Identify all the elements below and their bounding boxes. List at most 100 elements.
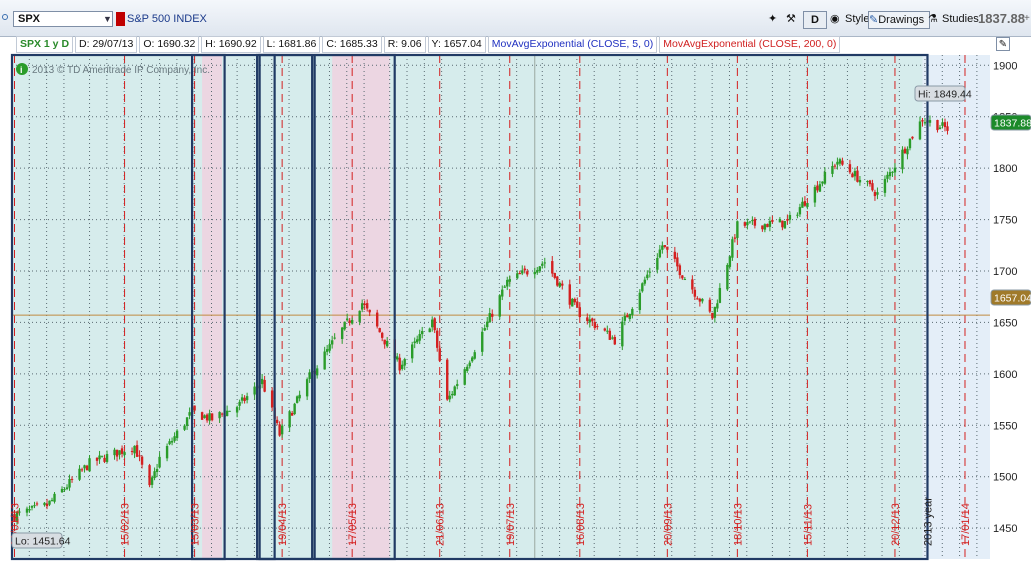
candle-body (506, 279, 509, 287)
candle-body (30, 505, 34, 508)
candle-body (85, 465, 89, 471)
candle-body (60, 488, 64, 493)
candle-body (678, 265, 682, 276)
candle-body (888, 172, 892, 177)
date-label: 19/04/13 (277, 503, 289, 546)
candle-body (766, 224, 769, 228)
candle-body (713, 306, 717, 318)
y-tick-label: 1600 (993, 369, 1017, 381)
y-tick-label: 1800 (993, 163, 1017, 175)
candle-body (363, 303, 366, 306)
candle-body (53, 493, 56, 502)
candle-body (240, 397, 244, 401)
candle-body (28, 509, 31, 511)
candle-body (70, 478, 74, 480)
candle-body (498, 295, 501, 317)
candle-body (413, 341, 416, 344)
candle-body (130, 451, 134, 453)
date-label: 17/01/14 (960, 503, 972, 546)
candle-body (466, 366, 469, 372)
candle-body (578, 307, 581, 317)
date-label: 21/06/13 (435, 503, 447, 546)
candle-body (523, 268, 526, 271)
candle-body (763, 224, 767, 230)
candle-body (175, 430, 179, 439)
candle-body (893, 167, 897, 173)
candle-body (80, 469, 84, 471)
candle-body (133, 445, 136, 454)
candle-body (118, 450, 121, 455)
candle-body (648, 271, 652, 273)
candle-body (833, 165, 837, 167)
candle-body (288, 411, 291, 428)
candle-body (218, 412, 221, 419)
candle-body (383, 339, 386, 345)
candle-body (113, 449, 116, 456)
candle-body (245, 396, 249, 401)
candle-body (280, 425, 284, 435)
date-label: 15/11/13 (802, 504, 814, 546)
candle-body (628, 313, 632, 320)
candle-body (225, 410, 229, 417)
candle-body (591, 318, 594, 322)
candle-body (468, 362, 471, 367)
date-label: 20/12/13 (890, 503, 902, 546)
candle-body (556, 276, 559, 286)
candle-body (673, 251, 677, 259)
candle-body (596, 326, 599, 328)
candle-body (473, 352, 476, 359)
candle-body (150, 477, 154, 485)
highlight-band (202, 55, 223, 559)
cursor-price-badge: 1657.04 (994, 293, 1031, 305)
candle-body (538, 266, 541, 271)
candle-body (716, 303, 719, 309)
price-chart[interactable]: 1450150015501600165017001750180018501900… (0, 0, 1031, 569)
candle-body (778, 218, 782, 223)
candle-body (553, 272, 556, 278)
candle-body (621, 321, 624, 347)
candle-body (743, 222, 747, 226)
candle-body (726, 264, 729, 290)
y-tick-label: 1450 (993, 523, 1017, 535)
candle-body (518, 272, 521, 275)
candle-body (503, 286, 506, 288)
candle-body (816, 185, 819, 191)
candle-body (135, 445, 139, 457)
candle-body (45, 503, 49, 507)
year-label: 2013 year (922, 497, 934, 546)
candle-body (451, 393, 454, 396)
candle-body (841, 160, 844, 165)
candle-body (866, 180, 869, 182)
lo-label: Lo: 1451.64 (15, 536, 71, 548)
candle-body (728, 256, 732, 267)
candle-body (731, 239, 734, 258)
candle-body (643, 279, 647, 284)
candle-body (831, 166, 834, 174)
candle-body (676, 257, 679, 267)
candle-body (928, 120, 932, 123)
candle-body (411, 344, 414, 359)
candle-body (733, 237, 737, 239)
candle-body (330, 340, 334, 345)
candle-body (908, 138, 912, 149)
candle-body (340, 327, 344, 339)
candle-body (786, 219, 789, 221)
candle-body (243, 397, 246, 402)
candle-body (95, 457, 99, 461)
candle-body (571, 298, 574, 307)
candle-body (35, 503, 39, 505)
candle-body (936, 119, 939, 131)
candle-body (623, 315, 627, 321)
candle-body (691, 279, 694, 290)
candle-body (378, 328, 381, 333)
y-tick-label: 1750 (993, 215, 1017, 227)
hi-label: Hi: 1849.44 (918, 89, 972, 101)
candle-body (400, 364, 404, 369)
date-label: 15/02/13 (120, 503, 132, 546)
candle-body (448, 395, 451, 400)
candle-body (486, 321, 489, 328)
candle-body (205, 414, 209, 421)
candle-body (416, 339, 419, 343)
candle-body (453, 386, 456, 396)
candle-body (431, 319, 434, 328)
